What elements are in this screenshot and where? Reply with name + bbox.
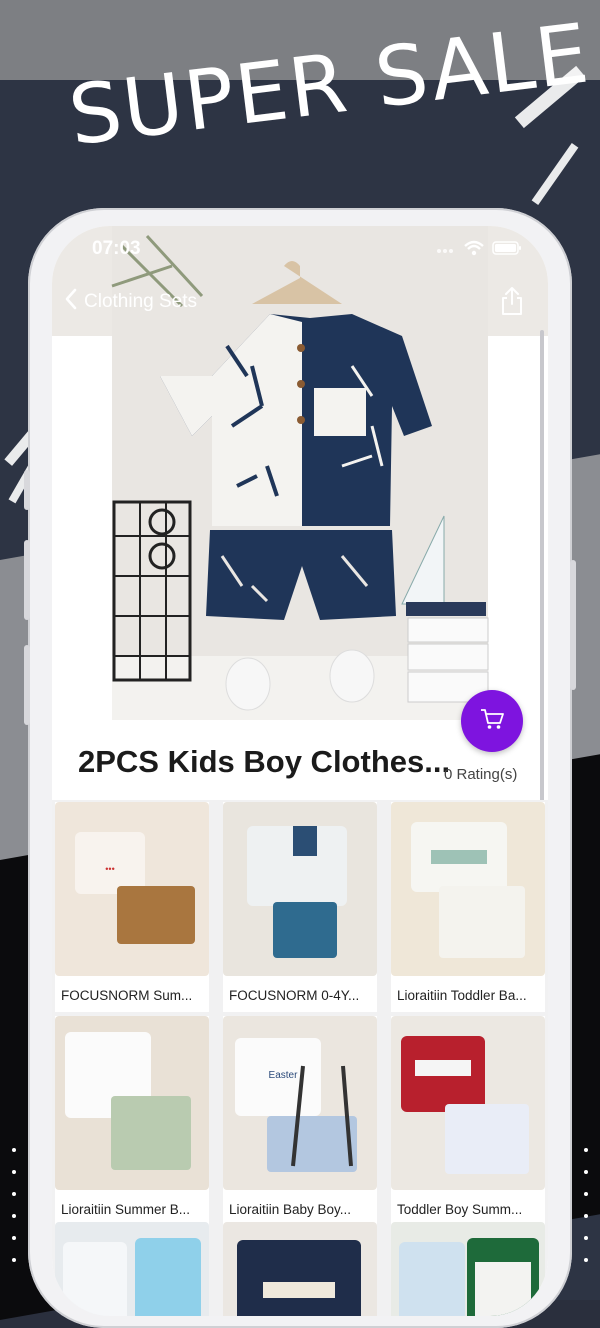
back-label: Clothing Sets — [84, 291, 198, 312]
product-card-name: Lioraitiin Summer B... — [61, 1202, 191, 1217]
product-card[interactable]: ••• FOCUSNORM Sum... — [55, 802, 209, 1012]
promo-banner: SUPER SALE — [0, 0, 600, 200]
phone-side-button — [570, 560, 576, 690]
product-thumbnail: Easter — [223, 1016, 377, 1190]
share-button[interactable] — [500, 286, 524, 321]
phone-side-button — [24, 470, 30, 510]
svg-text:•••: ••• — [105, 864, 114, 874]
chevron-left-icon — [64, 288, 78, 316]
dot-decoration — [584, 1148, 592, 1280]
nav-bar: Clothing Sets — [52, 282, 548, 322]
signal-icon — [436, 242, 456, 260]
product-thumbnail — [55, 1222, 209, 1316]
status-bar: 07:03 — [52, 226, 548, 270]
product-card-name: FOCUSNORM 0-4Y... — [229, 988, 360, 1003]
product-thumbnail — [223, 802, 377, 976]
product-card-name: Lioraitiin Toddler Ba... — [397, 988, 527, 1003]
product-thumbnail — [391, 1016, 545, 1190]
product-card-name: FOCUSNORM Sum... — [61, 988, 193, 1003]
dot-decoration — [12, 1148, 20, 1280]
product-title: 2PCS Kids Boy Clothes... — [78, 744, 451, 779]
product-thumbnail — [223, 1222, 377, 1316]
svg-text:Easter: Easter — [269, 1070, 299, 1081]
app-screen: 07:03 Clothing Sets 2PCS Kids Boy Clothe… — [52, 226, 548, 1316]
banner-title: SUPER SALE — [64, 6, 596, 165]
product-card[interactable]: Lioraitiin Toddler Ba... — [391, 802, 545, 1012]
product-rating[interactable]: 0 Rating(s) — [444, 766, 517, 783]
product-thumbnail — [391, 802, 545, 976]
add-to-cart-button[interactable] — [461, 690, 523, 752]
phone-side-button — [24, 645, 30, 725]
battery-icon — [492, 241, 522, 260]
wifi-icon — [464, 240, 484, 261]
product-card[interactable]: Lioraitiin Summer B... — [55, 1016, 209, 1226]
status-time: 07:03 — [92, 238, 141, 259]
product-card[interactable] — [223, 1222, 377, 1316]
phone-side-button — [24, 540, 30, 620]
product-card[interactable]: Easter Lioraitiin Baby Boy... — [223, 1016, 377, 1226]
product-card[interactable] — [391, 1222, 545, 1316]
product-card[interactable]: Toddler Boy Summ... — [391, 1016, 545, 1226]
product-thumbnail — [391, 1222, 545, 1316]
share-icon — [500, 287, 524, 320]
product-card[interactable] — [55, 1222, 209, 1316]
related-products-grid: ••• FOCUSNORM Sum... FOCUSNORM 0-4Y... L… — [52, 800, 548, 1316]
product-card[interactable]: FOCUSNORM 0-4Y... — [223, 802, 377, 1012]
product-thumbnail: ••• — [55, 802, 209, 976]
cart-icon — [479, 707, 505, 736]
product-thumbnail — [55, 1016, 209, 1190]
status-icons — [436, 240, 522, 261]
back-button[interactable]: Clothing Sets — [64, 288, 197, 316]
product-card-name: Toddler Boy Summ... — [397, 1202, 523, 1217]
product-card-name: Lioraitiin Baby Boy... — [229, 1202, 352, 1217]
